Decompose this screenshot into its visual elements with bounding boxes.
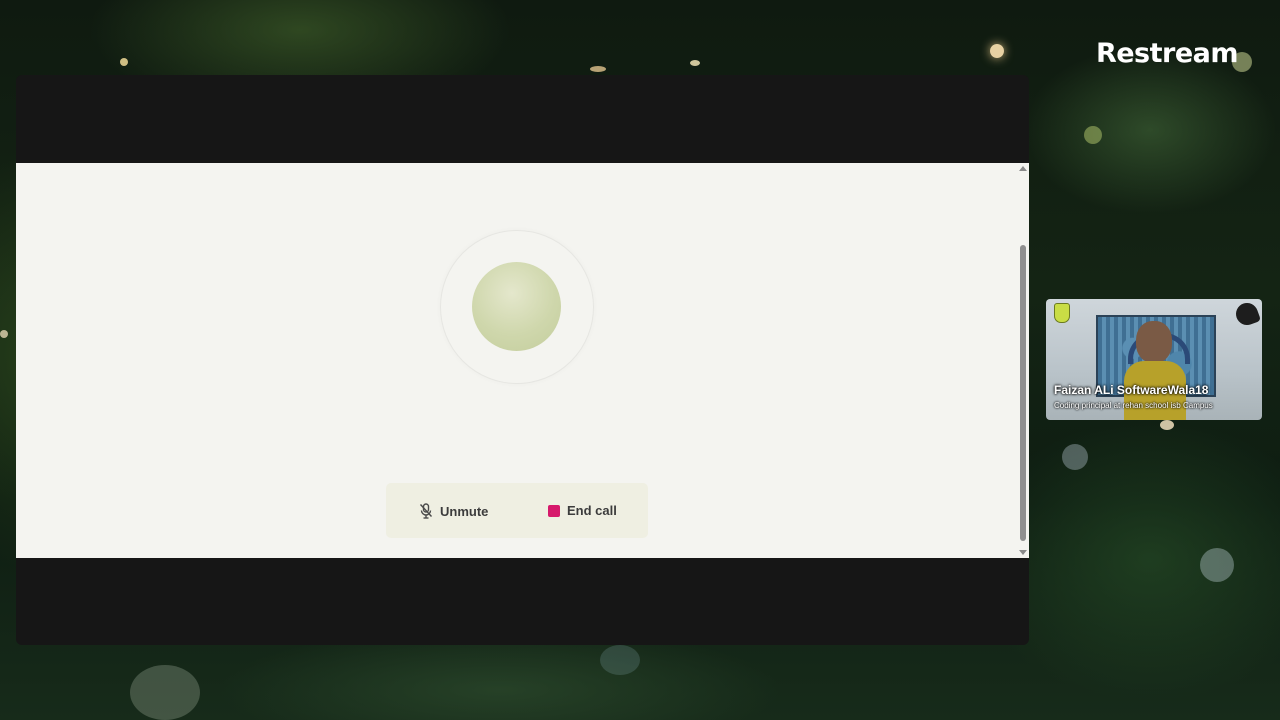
bokeh-light xyxy=(590,66,606,72)
school-badge-icon xyxy=(1054,303,1070,323)
end-call-label: End call xyxy=(567,503,617,518)
bokeh-light xyxy=(1200,548,1234,582)
stream-stage: Restream Unmute End call Faizan ALi Soft… xyxy=(0,0,1280,720)
call-control-bar: Unmute End call xyxy=(386,483,648,538)
bokeh-light xyxy=(1084,126,1102,144)
caller-avatar xyxy=(472,262,561,351)
participant-face xyxy=(1136,321,1172,363)
bokeh-light xyxy=(990,44,1004,58)
scroll-thumb[interactable] xyxy=(1020,245,1026,541)
bokeh-light xyxy=(600,645,640,675)
stop-square-icon xyxy=(548,504,560,517)
scroll-up-arrow-icon[interactable] xyxy=(1019,166,1027,171)
bokeh-light xyxy=(690,60,700,66)
screen-share-window: Unmute End call xyxy=(16,75,1029,645)
brand-logo: Restream xyxy=(1095,38,1239,69)
bokeh-light xyxy=(1062,444,1088,470)
participant-title: Coding principal at rehan school isb Cam… xyxy=(1054,401,1213,410)
microphone-off-icon xyxy=(419,503,433,519)
bokeh-light xyxy=(120,58,128,66)
lamp-icon xyxy=(1232,299,1262,329)
participant-camera-tile: Faizan ALi SoftwareWala18 Coding princip… xyxy=(1046,299,1262,420)
vertical-scrollbar[interactable] xyxy=(1017,163,1029,558)
end-call-button[interactable]: End call xyxy=(548,503,617,518)
unmute-label: Unmute xyxy=(440,503,489,519)
participant-name: Faizan ALi SoftwareWala18 xyxy=(1054,383,1209,397)
bokeh-light xyxy=(1160,420,1174,430)
bokeh-light xyxy=(130,665,200,720)
unmute-button[interactable]: Unmute xyxy=(419,503,488,519)
bokeh-light xyxy=(0,330,8,338)
call-page: Unmute End call xyxy=(16,163,1029,558)
scroll-down-arrow-icon[interactable] xyxy=(1019,550,1027,555)
